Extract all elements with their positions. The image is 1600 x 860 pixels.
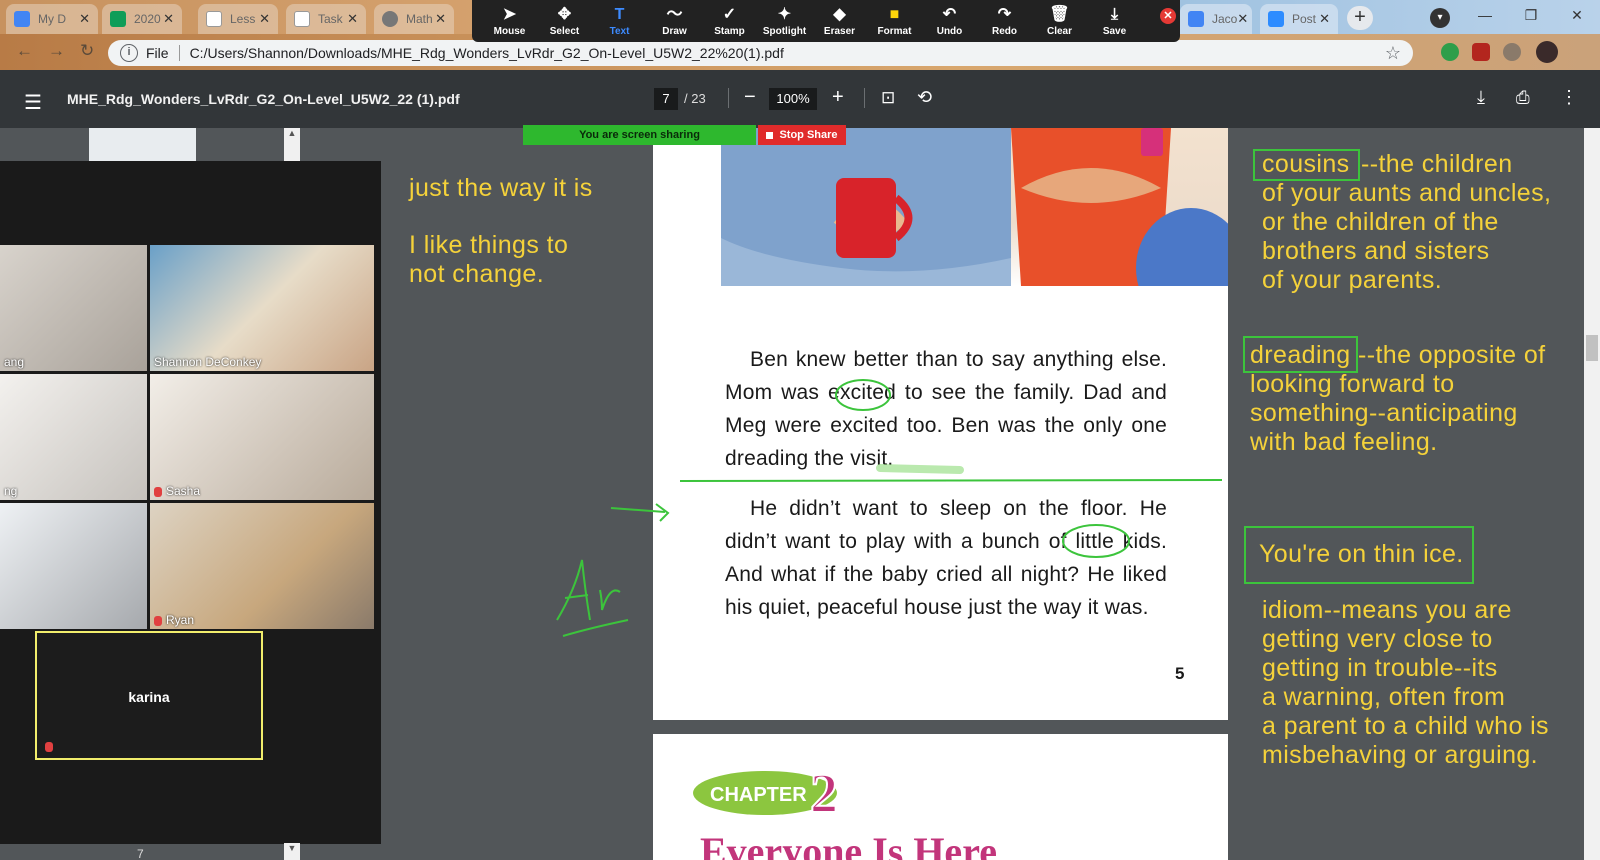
idiom-phrase: You're on thin ice. — [1259, 540, 1464, 568]
handwriting-underline — [562, 619, 629, 637]
participant-name: karina — [128, 689, 170, 705]
vocab-word-dreading: dreading — [1250, 341, 1351, 369]
definition-line: getting very close to — [1262, 625, 1493, 653]
definition-line: --the children — [1361, 150, 1513, 178]
definition-line: idiom--means you are — [1262, 596, 1512, 624]
video-tile[interactable]: ng — [0, 374, 147, 500]
vocab-word-cousins: cousins — [1262, 150, 1350, 178]
participant-name: ng — [4, 484, 18, 498]
note-just-the-way: just the way it is — [409, 174, 593, 202]
definition-line: brothers and sisters — [1262, 237, 1490, 265]
muted-mic-icon — [154, 486, 162, 497]
video-tile[interactable]: Sasha — [150, 374, 374, 500]
vertical-scrollbar[interactable] — [1584, 128, 1600, 860]
participant-name: Sasha — [154, 484, 200, 498]
definition-line: with bad feeling. — [1250, 428, 1438, 456]
definition-line: or the children of the — [1262, 208, 1499, 236]
definition-line: something--anticipating — [1250, 399, 1518, 427]
screen-sharing-banner[interactable]: You are screen sharing — [523, 125, 756, 145]
muted-mic-icon — [154, 615, 162, 626]
note-line: not change. — [409, 260, 545, 288]
definition-line: misbehaving or arguing. — [1262, 741, 1539, 769]
definition-line: getting in trouble--its — [1262, 654, 1498, 682]
definition-line: --the opposite of — [1358, 341, 1546, 369]
video-tile[interactable]: Ryan — [150, 503, 374, 629]
stop-share-label: Stop Share — [779, 129, 838, 141]
note-line: I like things to — [409, 231, 569, 259]
handwriting-ar — [556, 559, 621, 621]
scroll-down-icon[interactable]: ▼ — [284, 843, 300, 860]
video-tile[interactable]: ang — [0, 245, 147, 371]
circle-mark — [1062, 524, 1130, 558]
participant-name: Ryan — [154, 613, 194, 627]
divider-line-mark — [679, 479, 1223, 482]
participant-name: ang — [4, 355, 25, 369]
muted-mic-icon — [45, 742, 53, 752]
stop-icon — [766, 131, 774, 139]
sharing-text: You are screen sharing — [579, 129, 700, 141]
definition-line: a warning, often from — [1262, 683, 1506, 711]
arrow-mark — [610, 503, 670, 522]
circle-mark — [835, 379, 891, 411]
definition-line: of your parents. — [1262, 266, 1443, 294]
thumbnail-page-number: 7 — [137, 847, 144, 860]
video-tile-active[interactable]: karina — [35, 631, 263, 760]
video-tile[interactable] — [0, 503, 147, 629]
highlight-mark — [876, 464, 964, 474]
definition-line: of your aunts and uncles, — [1262, 179, 1552, 207]
scroll-up-icon[interactable]: ▲ — [284, 128, 300, 161]
scrollbar-thumb[interactable] — [1586, 335, 1598, 361]
video-tile[interactable]: Shannon DeConkey — [150, 245, 374, 371]
definition-line: looking forward to — [1250, 370, 1455, 398]
screen: My D ✕ 2020 ✕ Less ✕ Task ✕ Math ✕ Jaco ✕ Post… — [0, 0, 1600, 860]
participant-name-text: Sasha — [166, 484, 201, 498]
stop-share-button[interactable]: Stop Share — [758, 125, 846, 145]
participant-name-text: Ryan — [166, 613, 195, 627]
page-thumbnail[interactable] — [89, 128, 196, 161]
participant-name: Shannon DeConkey — [154, 355, 262, 369]
definition-line: a parent to a child who is — [1262, 712, 1549, 740]
